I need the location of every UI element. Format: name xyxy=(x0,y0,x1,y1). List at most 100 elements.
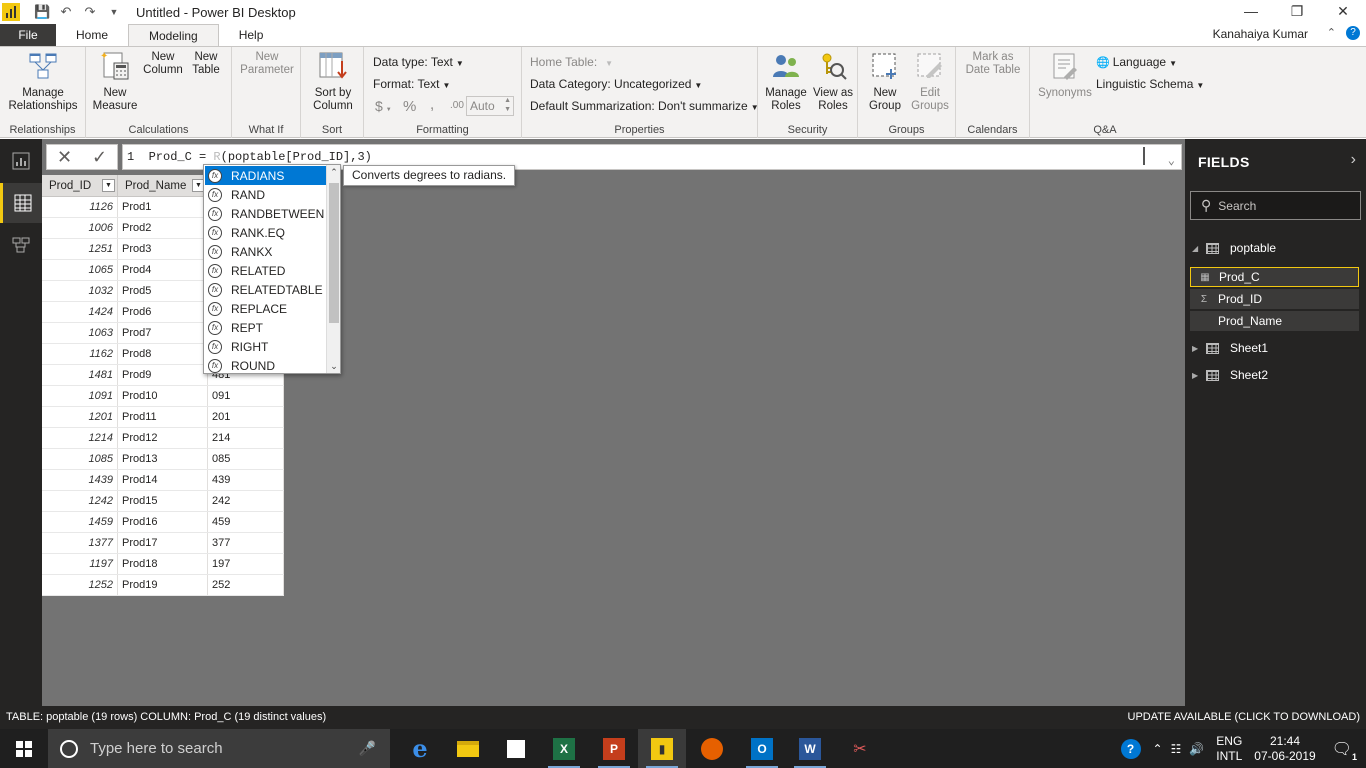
network-icon[interactable]: ☷ xyxy=(1171,742,1182,756)
collapse-pane-icon[interactable]: › xyxy=(1351,151,1356,169)
new-column-button[interactable]: ✦ New Column xyxy=(140,51,424,256)
field-item-prod-c[interactable]: ▦ Prod_C xyxy=(1190,267,1359,287)
column-header-prod-id[interactable]: Prod_ID ▼ xyxy=(42,175,118,196)
view-as-roles-button[interactable]: View as Roles xyxy=(810,51,856,113)
filter-dropdown-icon[interactable]: ▼ xyxy=(102,179,115,192)
table-row[interactable]: 1252 Prod19 252 xyxy=(42,575,284,596)
comma-format-button[interactable]: , xyxy=(430,96,434,113)
tab-help[interactable]: Help xyxy=(219,24,284,46)
new-group-button[interactable]: New Group xyxy=(862,51,908,113)
suggestion-item[interactable]: fx RAND xyxy=(205,185,327,204)
currency-format-button[interactable]: $ ▼ xyxy=(375,98,392,114)
model-view-button[interactable] xyxy=(0,225,42,265)
firefox-app-icon[interactable] xyxy=(688,729,736,768)
table-item-sheet1[interactable]: ▶ Sheet1 xyxy=(1192,341,1268,355)
sticky-notes-icon[interactable] xyxy=(492,729,540,768)
suggestion-item[interactable]: fx RELATED xyxy=(205,261,327,280)
default-summarization-dropdown[interactable]: Default Summarization: Don't summarize ▼ xyxy=(530,99,759,113)
scrollbar-thumb[interactable] xyxy=(329,183,339,323)
data-category-dropdown[interactable]: Data Category: Uncategorized ▼ xyxy=(530,77,702,91)
manage-roles-button[interactable]: Manage Roles xyxy=(762,51,810,113)
signed-in-user[interactable]: Kanahaiya Kumar xyxy=(1213,27,1308,41)
scroll-up-icon[interactable]: ⌃ xyxy=(327,167,341,178)
microphone-icon[interactable]: 🎤 xyxy=(359,740,376,757)
word-app-icon[interactable]: W xyxy=(786,729,834,768)
powerpoint-app-icon[interactable]: P xyxy=(590,729,638,768)
edge-app-icon[interactable]: e xyxy=(396,729,444,768)
fields-search-input[interactable]: ⚲ Search xyxy=(1190,191,1361,220)
new-table-button[interactable]: ✦ New Table xyxy=(184,51,468,256)
save-icon[interactable]: 💾 xyxy=(34,4,50,20)
format-dropdown[interactable]: Format: Text ▼ xyxy=(373,77,450,91)
expand-formula-icon[interactable]: ⌄ xyxy=(1168,149,1175,173)
suggestion-item[interactable]: fx REPT xyxy=(205,318,327,337)
tab-file[interactable]: File xyxy=(0,24,56,46)
language-dropdown[interactable]: 🌐 Language ▼ xyxy=(1096,55,1177,69)
decimals-button[interactable]: .00 xyxy=(450,100,464,111)
commit-formula-icon[interactable]: ✓ xyxy=(92,147,107,168)
edit-groups-button[interactable]: Edit Groups xyxy=(908,51,952,113)
cancel-formula-icon[interactable]: ✕ xyxy=(57,147,72,168)
data-view-button[interactable] xyxy=(0,183,42,223)
new-measure-button[interactable]: ✦ New Measure xyxy=(92,51,138,113)
tab-modeling[interactable]: Modeling xyxy=(128,24,219,46)
undo-icon[interactable]: ↶ xyxy=(58,4,74,20)
redo-icon[interactable]: ↷ xyxy=(82,4,98,20)
table-row[interactable]: 1439 Prod14 439 xyxy=(42,470,284,491)
excel-app-icon[interactable]: X xyxy=(540,729,588,768)
mark-as-date-table-button[interactable]: Mark as Date Table xyxy=(960,51,1244,256)
suggestion-item[interactable]: fx RIGHT xyxy=(205,337,327,356)
restore-icon[interactable]: ❐ xyxy=(1274,0,1320,24)
clock[interactable]: 21:44 07-06-2019 xyxy=(1254,734,1315,764)
volume-icon[interactable]: 🔊 xyxy=(1189,742,1204,756)
collapse-ribbon-icon[interactable]: ⌃ xyxy=(1327,26,1336,40)
suggestion-scrollbar[interactable]: ⌃ ⌄ xyxy=(326,165,340,373)
table-row[interactable]: 1459 Prod16 459 xyxy=(42,512,284,533)
table-row[interactable]: 1091 Prod10 091 xyxy=(42,386,284,407)
powerbi-app-icon[interactable]: ▮ xyxy=(638,729,686,768)
windows-start-icon[interactable] xyxy=(16,741,32,757)
minimize-icon[interactable]: — xyxy=(1228,0,1274,24)
notifications-icon[interactable]: 🗨 1 xyxy=(1332,739,1357,762)
table-item-poptable[interactable]: ◢ poptable xyxy=(1192,241,1276,255)
help-icon[interactable]: ? xyxy=(1346,26,1360,40)
outlook-app-icon[interactable]: O xyxy=(738,729,786,768)
table-row[interactable]: 1242 Prod15 242 xyxy=(42,491,284,512)
scroll-down-icon[interactable]: ⌄ xyxy=(327,361,341,372)
data-type-dropdown[interactable]: Data type: Text ▼ xyxy=(373,55,464,69)
synonyms-button[interactable]: Synonyms xyxy=(1036,51,1094,100)
suggestion-item[interactable]: fx REPLACE xyxy=(205,299,327,318)
column-header-prod-name[interactable]: Prod_Name ▼ xyxy=(118,175,208,196)
update-available-link[interactable]: UPDATE AVAILABLE (CLICK TO DOWNLOAD) xyxy=(1128,706,1360,729)
table-row[interactable]: 1197 Prod18 197 xyxy=(42,554,284,575)
suggestion-item[interactable]: fx RANK.EQ xyxy=(205,223,327,242)
table-row[interactable]: 1085 Prod13 085 xyxy=(42,449,284,470)
file-explorer-icon[interactable] xyxy=(444,729,492,768)
percent-format-button[interactable]: % xyxy=(403,98,416,115)
suggestion-item[interactable]: fx RANDBETWEEN xyxy=(205,204,327,223)
suggestion-item[interactable]: fx RANKX xyxy=(205,242,327,261)
suggestion-item[interactable]: fx RELATEDTABLE xyxy=(205,280,327,299)
new-parameter-button[interactable]: New Parameter xyxy=(236,51,520,256)
decimal-places-stepper[interactable]: Auto ▲ ▼ xyxy=(466,96,514,116)
report-view-button[interactable] xyxy=(0,141,42,181)
close-icon[interactable]: ✕ xyxy=(1320,0,1366,24)
table-row[interactable]: 1201 Prod11 201 xyxy=(42,407,284,428)
home-table-dropdown[interactable]: Home Table: ▼ xyxy=(530,55,613,69)
show-hidden-icons-icon[interactable]: ⌃ xyxy=(1153,742,1163,756)
taskbar-search-input[interactable]: Type here to search 🎤 xyxy=(48,729,390,768)
input-language-indicator[interactable]: ENG INTL xyxy=(1216,734,1242,764)
tab-home[interactable]: Home xyxy=(56,24,128,46)
sort-by-column-button[interactable]: Sort by Column xyxy=(305,51,361,113)
snipping-tool-icon[interactable]: ✂ xyxy=(836,729,884,768)
customize-toolbar-icon[interactable]: ▼ xyxy=(106,7,122,17)
table-item-sheet2[interactable]: ▶ Sheet2 xyxy=(1192,368,1268,382)
manage-relationships-button[interactable]: Manage Relationships xyxy=(6,51,80,113)
field-item-prod-name[interactable]: Prod_Name xyxy=(1190,311,1359,331)
suggestion-item[interactable]: fx ROUND xyxy=(205,356,327,375)
suggestion-item[interactable]: fx RADIANS xyxy=(205,166,327,185)
linguistic-schema-dropdown[interactable]: Linguistic Schema ▼ xyxy=(1096,77,1204,91)
field-item-prod-id[interactable]: Σ Prod_ID xyxy=(1190,289,1359,309)
table-row[interactable]: 1214 Prod12 214 xyxy=(42,428,284,449)
help-tray-icon[interactable]: ? xyxy=(1120,738,1141,759)
